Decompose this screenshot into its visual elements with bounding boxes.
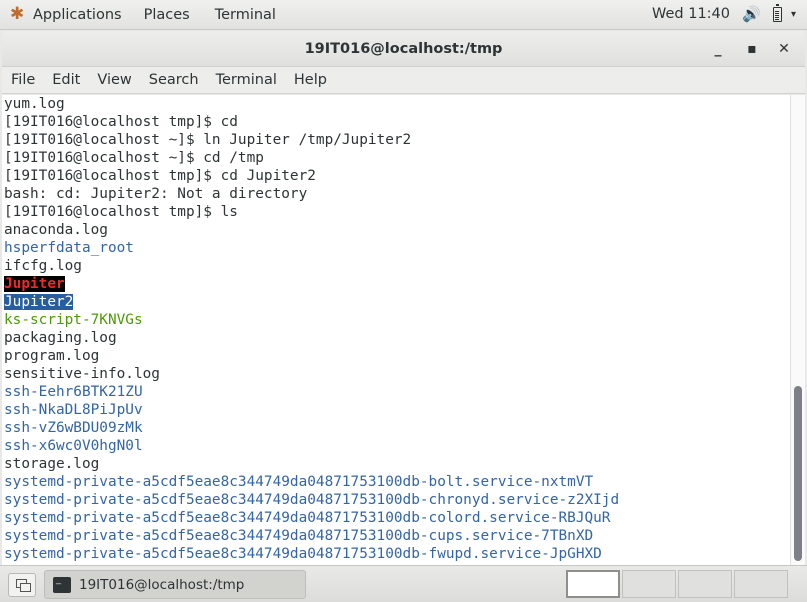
workspace-4[interactable] xyxy=(734,570,788,598)
terminal-line-text: anaconda.log xyxy=(4,222,108,238)
terminal-line: program.log xyxy=(2,347,790,365)
terminal-line: [19IT016@localhost ~]$ cd /tmp xyxy=(2,149,790,167)
battery-icon[interactable] xyxy=(773,4,782,22)
taskbar-terminal-window[interactable]: 19IT016@localhost:/tmp xyxy=(44,570,306,599)
terminal-line-text: [19IT016@localhost ~]$ ln Jupiter /tmp/J… xyxy=(4,132,412,148)
scrollbar-thumb[interactable] xyxy=(794,386,802,561)
terminal-line: ssh-Eehr6BTK21ZU xyxy=(2,383,790,401)
terminal-app-menu[interactable]: Terminal xyxy=(215,7,276,23)
terminal-line-text: systemd-private-a5cdf5eae8c344749da04871… xyxy=(4,528,594,544)
places-menu[interactable]: Places xyxy=(144,7,190,23)
menu-bar: File Edit View Search Terminal Help xyxy=(2,67,805,94)
terminal-line-text: sensitive-info.log xyxy=(4,366,160,382)
applications-icon xyxy=(10,4,26,24)
scrollbar[interactable] xyxy=(790,95,805,565)
applications-menu[interactable]: Applications xyxy=(0,4,122,24)
terminal-line-text: [19IT016@localhost tmp]$ ls xyxy=(4,204,238,220)
terminal-line: systemd-private-a5cdf5eae8c344749da04871… xyxy=(2,545,790,563)
applications-label: Applications xyxy=(33,6,122,23)
close-button[interactable]: ✕ xyxy=(774,39,794,59)
terminal-line-text: hsperfdata_root xyxy=(4,240,134,256)
terminal-line-text: program.log xyxy=(4,348,100,364)
terminal-line: [19IT016@localhost tmp]$ ls xyxy=(2,203,790,221)
terminal-line-text: ssh-Eehr6BTK21ZU xyxy=(4,384,143,400)
clock[interactable]: Wed 11:40 xyxy=(652,6,730,22)
terminal-line-text: storage.log xyxy=(4,456,100,472)
terminal-line-text: systemd-private-a5cdf5eae8c344749da04871… xyxy=(4,546,602,562)
terminal-output[interactable]: yum.log [19IT016@localhost tmp]$ cd [19IT0… xyxy=(2,95,790,565)
menu-view[interactable]: View xyxy=(89,72,139,88)
terminal-line: hsperfdata_root xyxy=(2,239,790,257)
menu-terminal[interactable]: Terminal xyxy=(208,72,285,88)
terminal-line: ssh-x6wc0V0hgN0l xyxy=(2,437,790,455)
menu-file[interactable]: File xyxy=(2,72,43,88)
minimize-button[interactable]: _ xyxy=(708,39,728,59)
terminal-line-text: Jupiter2 xyxy=(4,294,74,310)
terminal-line: [19IT016@localhost tmp]$ cd xyxy=(2,113,790,131)
terminal-line: [19IT016@localhost ~]$ ln Jupiter /tmp/J… xyxy=(2,131,790,149)
top-bar: Applications Places Terminal Wed 11:40 🔊… xyxy=(0,0,807,30)
terminal-line-text: [19IT016@localhost tmp]$ cd Jupiter2 xyxy=(4,168,316,184)
taskbar: 19IT016@localhost:/tmp xyxy=(0,565,807,602)
terminal-line: sensitive-info.log xyxy=(2,365,790,383)
terminal-line-text: systemd-private-a5cdf5eae8c344749da04871… xyxy=(4,492,620,508)
terminal-line-text: yum.log xyxy=(4,96,65,112)
terminal-icon xyxy=(53,574,71,593)
terminal-line-text: systemd-private-a5cdf5eae8c344749da04871… xyxy=(4,474,594,490)
menu-edit[interactable]: Edit xyxy=(44,72,88,88)
terminal-line: ssh-NkaDL8PiJpUv xyxy=(2,401,790,419)
terminal-line: Jupiter2 xyxy=(2,293,790,311)
window-titlebar[interactable]: 19IT016@localhost:/tmp _ ▪ ✕ xyxy=(2,31,805,67)
terminal-line-text: ssh-NkaDL8PiJpUv xyxy=(4,402,143,418)
menu-help[interactable]: Help xyxy=(286,72,335,88)
terminal-line: systemd-private-a5cdf5eae8c344749da04871… xyxy=(2,509,790,527)
terminal-line: systemd-private-a5cdf5eae8c344749da04871… xyxy=(2,491,790,509)
system-menu-chevron-down-icon[interactable]: ▾ xyxy=(791,9,796,20)
window-title: 19IT016@localhost:/tmp xyxy=(304,40,503,57)
terminal-line-text: ssh-vZ6wBDU09zMk xyxy=(4,420,143,436)
terminal-line: ks-script-7KNVGs xyxy=(2,311,790,329)
terminal-line-text: bash: cd: Jupiter2: Not a directory xyxy=(4,186,308,202)
maximize-button[interactable]: ▪ xyxy=(742,39,762,59)
workspace-1[interactable] xyxy=(566,570,620,598)
show-desktop-icon[interactable] xyxy=(8,573,36,597)
workspace-2[interactable] xyxy=(622,570,676,598)
terminal-line-text: ks-script-7KNVGs xyxy=(4,312,143,328)
terminal-line-text: systemd-private-a5cdf5eae8c344749da04871… xyxy=(4,510,611,526)
terminal-line: systemd-private-a5cdf5eae8c344749da04871… xyxy=(2,473,790,491)
terminal-line-text: ifcfg.log xyxy=(4,258,82,274)
terminal-line-text: ssh-x6wc0V0hgN0l xyxy=(4,438,143,454)
terminal-line: packaging.log xyxy=(2,329,790,347)
terminal-line: storage.log xyxy=(2,455,790,473)
terminal-line: Jupiter xyxy=(2,275,790,293)
terminal-line-text: Jupiter xyxy=(4,276,65,292)
terminal-line: bash: cd: Jupiter2: Not a directory xyxy=(2,185,790,203)
terminal-line-text: [19IT016@localhost ~]$ cd /tmp xyxy=(4,150,264,166)
terminal-line: ifcfg.log xyxy=(2,257,790,275)
terminal-line: ssh-vZ6wBDU09zMk xyxy=(2,419,790,437)
terminal-line: [19IT016@localhost tmp]$ cd Jupiter2 xyxy=(2,167,790,185)
terminal-line-text: [19IT016@localhost tmp]$ cd xyxy=(4,114,238,130)
terminal-line: systemd-private-a5cdf5eae8c344749da04871… xyxy=(2,527,790,545)
terminal-line: anaconda.log xyxy=(2,221,790,239)
taskbar-task-label: 19IT016@localhost:/tmp xyxy=(79,576,245,593)
terminal-line-text: packaging.log xyxy=(4,330,117,346)
terminal-line: yum.log xyxy=(2,95,790,113)
volume-icon[interactable]: 🔊 xyxy=(742,5,761,23)
menu-search[interactable]: Search xyxy=(141,72,207,88)
workspace-3[interactable] xyxy=(678,570,732,598)
